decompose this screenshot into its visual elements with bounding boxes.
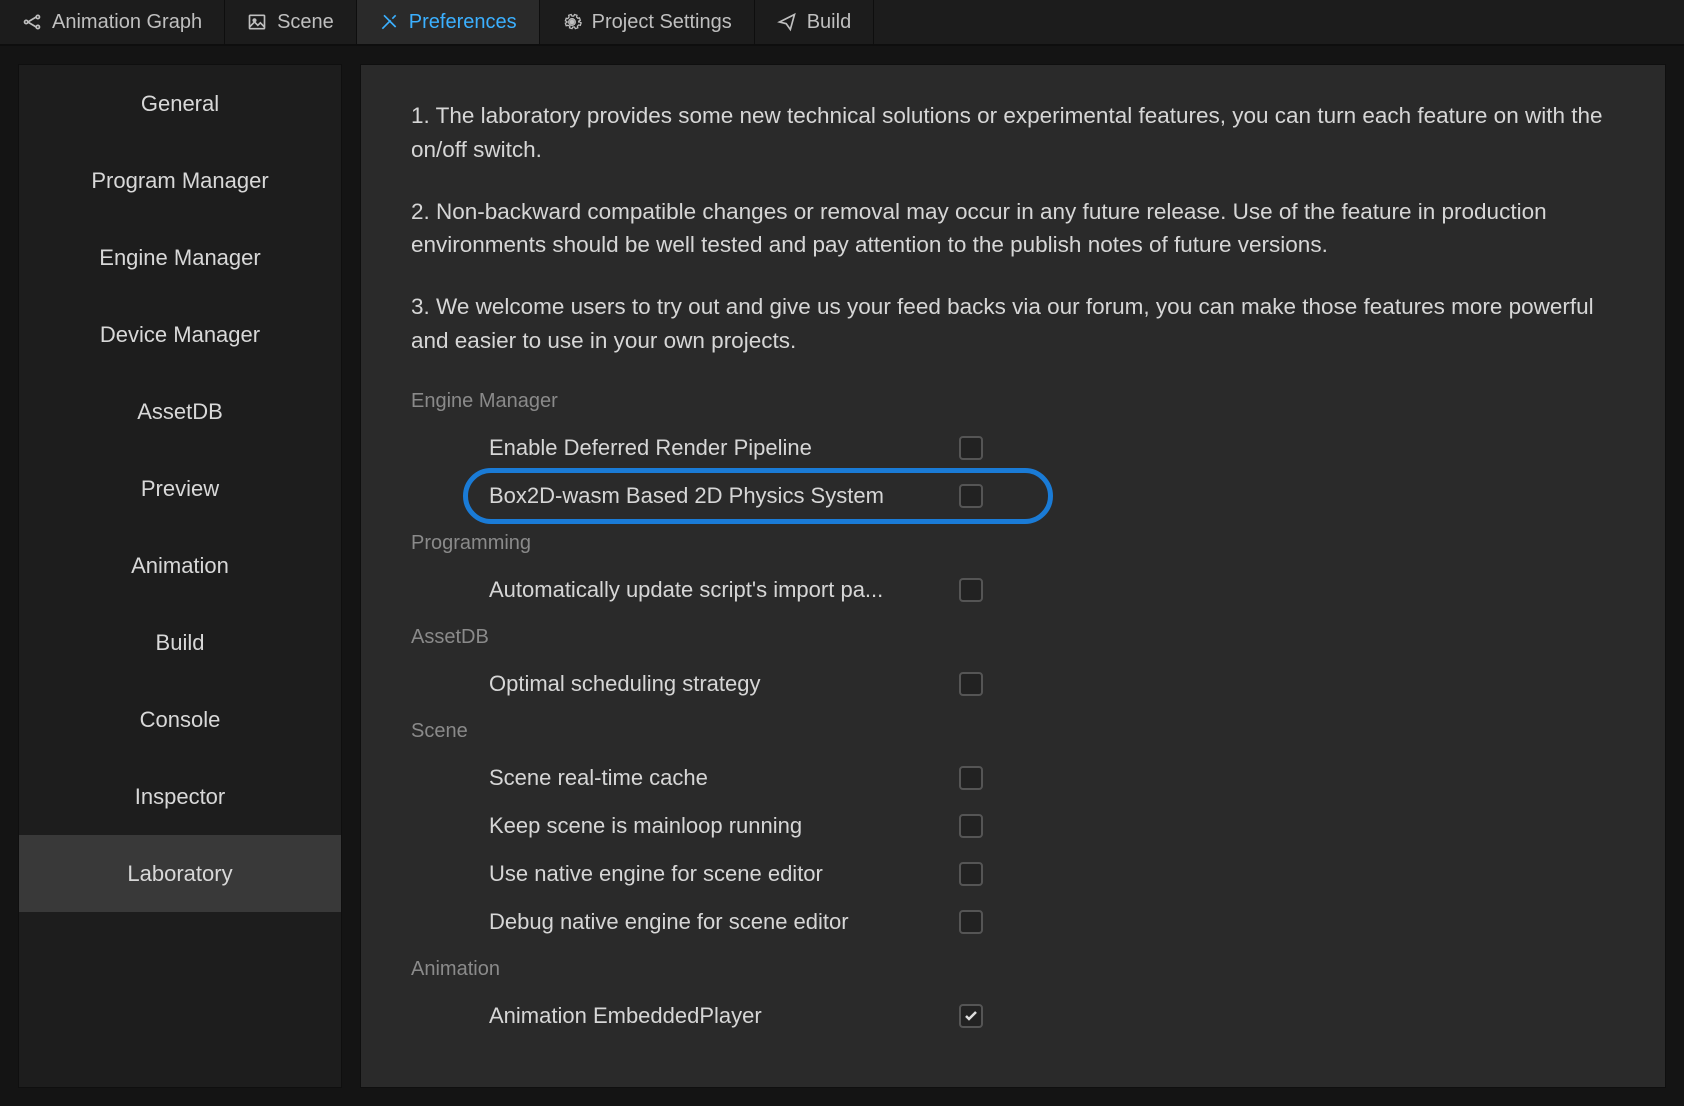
preferences-sidebar: General Program Manager Engine Manager D… bbox=[18, 64, 342, 1088]
sidebar-item-label: Inspector bbox=[135, 784, 226, 810]
option-checkbox-debug-native[interactable] bbox=[959, 910, 983, 934]
option-label: Enable Deferred Render Pipeline bbox=[489, 431, 959, 464]
tab-label: Scene bbox=[277, 11, 334, 34]
sidebar-item-preview[interactable]: Preview bbox=[19, 450, 341, 527]
option-label: Box2D-wasm Based 2D Physics System bbox=[489, 479, 959, 512]
option-row-auto-import: Automatically update script's import pa.… bbox=[411, 566, 1615, 614]
sidebar-item-label: Animation bbox=[131, 553, 229, 579]
section-scene: Scene Scene real-time cache Keep scene i… bbox=[411, 716, 1615, 946]
tab-animation-graph[interactable]: Animation Graph bbox=[0, 0, 225, 44]
option-checkbox-box2d-wasm[interactable] bbox=[959, 484, 983, 508]
section-title: Programming bbox=[411, 528, 1615, 558]
option-label: Scene real-time cache bbox=[489, 761, 959, 794]
option-row-native-engine: Use native engine for scene editor bbox=[411, 850, 1615, 898]
section-assetdb: AssetDB Optimal scheduling strategy bbox=[411, 622, 1615, 708]
sidebar-item-label: Program Manager bbox=[91, 168, 268, 194]
option-checkbox-scene-cache[interactable] bbox=[959, 766, 983, 790]
option-row-debug-native: Debug native engine for scene editor bbox=[411, 898, 1615, 946]
sidebar-item-label: Device Manager bbox=[100, 322, 260, 348]
option-checkbox-optimal-scheduling[interactable] bbox=[959, 672, 983, 696]
animation-graph-icon bbox=[22, 12, 42, 32]
sidebar-item-console[interactable]: Console bbox=[19, 681, 341, 758]
section-title: AssetDB bbox=[411, 622, 1615, 652]
gear-icon bbox=[562, 12, 582, 32]
sidebar-item-assetdb[interactable]: AssetDB bbox=[19, 373, 341, 450]
option-checkbox-native-engine[interactable] bbox=[959, 862, 983, 886]
sidebar-item-laboratory[interactable]: Laboratory bbox=[19, 835, 341, 912]
sidebar-item-inspector[interactable]: Inspector bbox=[19, 758, 341, 835]
option-label: Use native engine for scene editor bbox=[489, 857, 959, 890]
tab-build[interactable]: Build bbox=[755, 0, 874, 44]
tab-scene[interactable]: Scene bbox=[225, 0, 357, 44]
send-icon bbox=[777, 12, 797, 32]
tab-project-settings[interactable]: Project Settings bbox=[540, 0, 755, 44]
option-label: Debug native engine for scene editor bbox=[489, 905, 959, 938]
option-checkbox-auto-import[interactable] bbox=[959, 578, 983, 602]
tab-label: Preferences bbox=[409, 11, 517, 34]
laboratory-intro: 1. The laboratory provides some new tech… bbox=[411, 99, 1615, 358]
intro-paragraph: 2. Non-backward compatible changes or re… bbox=[411, 195, 1615, 263]
sidebar-item-animation[interactable]: Animation bbox=[19, 527, 341, 604]
body: General Program Manager Engine Manager D… bbox=[0, 46, 1684, 1106]
option-label: Animation EmbeddedPlayer bbox=[489, 999, 959, 1032]
option-row-deferred-render: Enable Deferred Render Pipeline bbox=[411, 424, 1615, 472]
sidebar-item-general[interactable]: General bbox=[19, 65, 341, 142]
option-row-mainloop: Keep scene is mainloop running bbox=[411, 802, 1615, 850]
option-row-scene-cache: Scene real-time cache bbox=[411, 754, 1615, 802]
sidebar-item-label: Preview bbox=[141, 476, 219, 502]
tab-bar: Animation Graph Scene Preferences Projec… bbox=[0, 0, 1684, 46]
option-row-box2d-wasm: Box2D-wasm Based 2D Physics System bbox=[411, 472, 1615, 520]
section-title: Scene bbox=[411, 716, 1615, 746]
section-animation: Animation Animation EmbeddedPlayer bbox=[411, 954, 1615, 1040]
tools-icon bbox=[379, 12, 399, 32]
sidebar-item-label: Laboratory bbox=[127, 861, 232, 887]
option-checkbox-mainloop[interactable] bbox=[959, 814, 983, 838]
sidebar-item-device-manager[interactable]: Device Manager bbox=[19, 296, 341, 373]
image-icon bbox=[247, 12, 267, 32]
option-label: Automatically update script's import pa.… bbox=[489, 573, 959, 606]
option-label: Optimal scheduling strategy bbox=[489, 667, 959, 700]
option-row-optimal-scheduling: Optimal scheduling strategy bbox=[411, 660, 1615, 708]
section-title: Engine Manager bbox=[411, 386, 1615, 416]
sidebar-item-label: Console bbox=[140, 707, 221, 733]
option-checkbox-embedded-player[interactable] bbox=[959, 1004, 983, 1028]
sidebar-item-label: Build bbox=[156, 630, 205, 656]
intro-paragraph: 3. We welcome users to try out and give … bbox=[411, 290, 1615, 358]
section-programming: Programming Automatically update script'… bbox=[411, 528, 1615, 614]
sidebar-item-build[interactable]: Build bbox=[19, 604, 341, 681]
section-title: Animation bbox=[411, 954, 1615, 984]
tab-label: Animation Graph bbox=[52, 11, 202, 34]
preferences-panel: 1. The laboratory provides some new tech… bbox=[360, 64, 1666, 1088]
sidebar-item-label: General bbox=[141, 91, 219, 117]
sidebar-item-engine-manager[interactable]: Engine Manager bbox=[19, 219, 341, 296]
sidebar-item-label: AssetDB bbox=[137, 399, 223, 425]
sidebar-item-program-manager[interactable]: Program Manager bbox=[19, 142, 341, 219]
tab-label: Build bbox=[807, 11, 851, 34]
option-label: Keep scene is mainloop running bbox=[489, 809, 959, 842]
tab-label: Project Settings bbox=[592, 11, 732, 34]
option-row-embedded-player: Animation EmbeddedPlayer bbox=[411, 992, 1615, 1040]
tab-preferences[interactable]: Preferences bbox=[357, 0, 540, 44]
intro-paragraph: 1. The laboratory provides some new tech… bbox=[411, 99, 1615, 167]
option-checkbox-deferred-render[interactable] bbox=[959, 436, 983, 460]
section-engine-manager: Engine Manager Enable Deferred Render Pi… bbox=[411, 386, 1615, 520]
sidebar-item-label: Engine Manager bbox=[99, 245, 260, 271]
